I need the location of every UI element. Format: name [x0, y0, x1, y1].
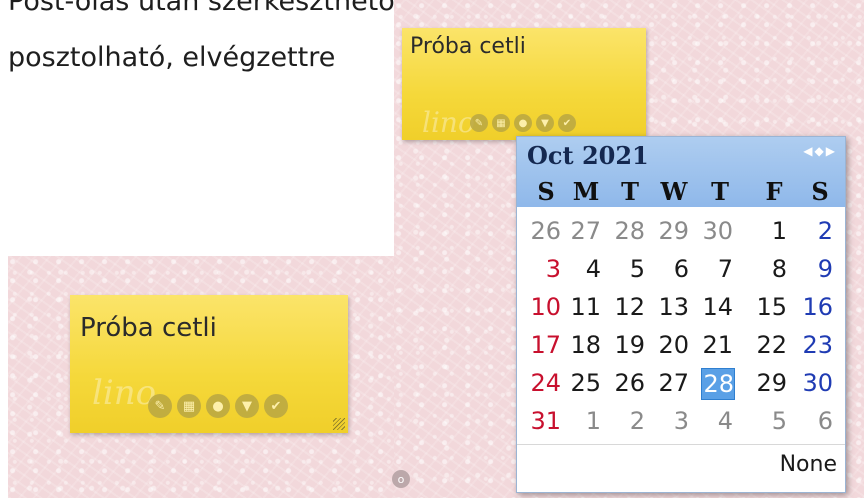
calendar-day[interactable]: 1: [569, 406, 601, 436]
calendar-icon[interactable]: ▦: [177, 394, 201, 418]
calendar-day[interactable]: 10: [529, 292, 561, 322]
calendar-day[interactable]: 29: [755, 368, 787, 398]
weekday-header: S: [537, 177, 555, 206]
edit-icon[interactable]: ✎: [470, 114, 488, 132]
calendar-month-title[interactable]: Oct 2021: [527, 141, 649, 170]
today-icon[interactable]: ◆: [815, 144, 824, 158]
calendar-day[interactable]: 6: [801, 406, 833, 436]
calendar-day[interactable]: 3: [657, 406, 689, 436]
clear-date-button[interactable]: None: [780, 452, 837, 477]
calendar-day[interactable]: 5: [755, 406, 787, 436]
calendar-day[interactable]: 2: [613, 406, 645, 436]
calendar-day[interactable]: 16: [801, 292, 833, 322]
calendar-day[interactable]: 4: [569, 254, 601, 284]
person-icon[interactable]: ●: [206, 394, 230, 418]
weekday-header: M: [572, 177, 600, 206]
calendar-day[interactable]: 27: [569, 216, 601, 246]
calendar-day[interactable]: 29: [657, 216, 689, 246]
weekday-header: T: [621, 177, 639, 206]
calendar-day[interactable]: 14: [701, 292, 733, 322]
calendar-day[interactable]: 28: [613, 216, 645, 246]
download-icon[interactable]: ▼: [235, 394, 259, 418]
calendar-day[interactable]: 1: [755, 216, 787, 246]
prev-month-icon[interactable]: ◀: [803, 144, 812, 158]
calendar-divider: [517, 444, 845, 445]
calendar-day[interactable]: 3: [529, 254, 561, 284]
calendar-day[interactable]: 22: [755, 330, 787, 360]
calendar-day[interactable]: 19: [613, 330, 645, 360]
calendar-day-selected[interactable]: 28: [701, 368, 735, 400]
note-title: Próba cetli: [410, 34, 526, 59]
calendar-day[interactable]: 23: [801, 330, 833, 360]
calendar-day[interactable]: 31: [529, 406, 561, 436]
note-title: Próba cetli: [80, 313, 217, 343]
next-month-icon[interactable]: ▶: [826, 144, 835, 158]
calendar-day[interactable]: 21: [701, 330, 733, 360]
date-picker-popup[interactable]: Oct 2021 ◀ ◆ ▶ S M T W T F S 26 27 28 29 30 1…: [516, 136, 846, 493]
calendar-day[interactable]: 2: [801, 216, 833, 246]
document-line-2: posztolható, elvégzettre: [8, 42, 336, 73]
person-icon[interactable]: ●: [514, 114, 532, 132]
calendar-day[interactable]: 30: [801, 368, 833, 398]
weekday-header: F: [765, 177, 783, 206]
calendar-day[interactable]: 9: [801, 254, 833, 284]
weekday-header: W: [660, 177, 688, 206]
calendar-day[interactable]: 27: [657, 368, 689, 398]
sticky-note-small[interactable]: Próba cetli lino ✎ ▦ ● ▼ ✔: [402, 28, 646, 140]
calendar-day[interactable]: 18: [569, 330, 601, 360]
calendar-day[interactable]: 13: [657, 292, 689, 322]
check-icon[interactable]: ✔: [558, 114, 576, 132]
calendar-day[interactable]: 11: [569, 292, 601, 322]
calendar-icon[interactable]: ▦: [492, 114, 510, 132]
calendar-day[interactable]: 8: [755, 254, 787, 284]
calendar-day[interactable]: 5: [613, 254, 645, 284]
calendar-day[interactable]: 24: [529, 368, 561, 398]
calendar-day[interactable]: 25: [569, 368, 601, 398]
calendar-day[interactable]: 12: [613, 292, 645, 322]
calendar-day[interactable]: 17: [529, 330, 561, 360]
drag-handle-icon[interactable]: o: [392, 470, 410, 488]
calendar-header: Oct 2021 ◀ ◆ ▶ S M T W T F S: [517, 137, 845, 207]
calendar-day[interactable]: 15: [755, 292, 787, 322]
edit-icon[interactable]: ✎: [148, 394, 172, 418]
weekday-header: T: [711, 177, 729, 206]
check-icon[interactable]: ✔: [264, 394, 288, 418]
note-watermark: lino: [422, 106, 475, 139]
calendar-nav: ◀ ◆ ▶: [803, 144, 835, 158]
calendar-day[interactable]: 7: [701, 254, 733, 284]
note-watermark: lino: [92, 373, 157, 413]
sticky-note-large[interactable]: Próba cetli lino ✎ ▦ ● ▼ ✔: [70, 295, 348, 433]
calendar-day[interactable]: 26: [613, 368, 645, 398]
calendar-day[interactable]: 4: [701, 406, 733, 436]
download-icon[interactable]: ▼: [536, 114, 554, 132]
resize-handle-icon[interactable]: [333, 418, 345, 430]
calendar-day[interactable]: 30: [701, 216, 733, 246]
calendar-day[interactable]: 26: [529, 216, 561, 246]
calendar-day[interactable]: 20: [657, 330, 689, 360]
weekday-header: S: [811, 177, 829, 206]
calendar-day[interactable]: 6: [657, 254, 689, 284]
